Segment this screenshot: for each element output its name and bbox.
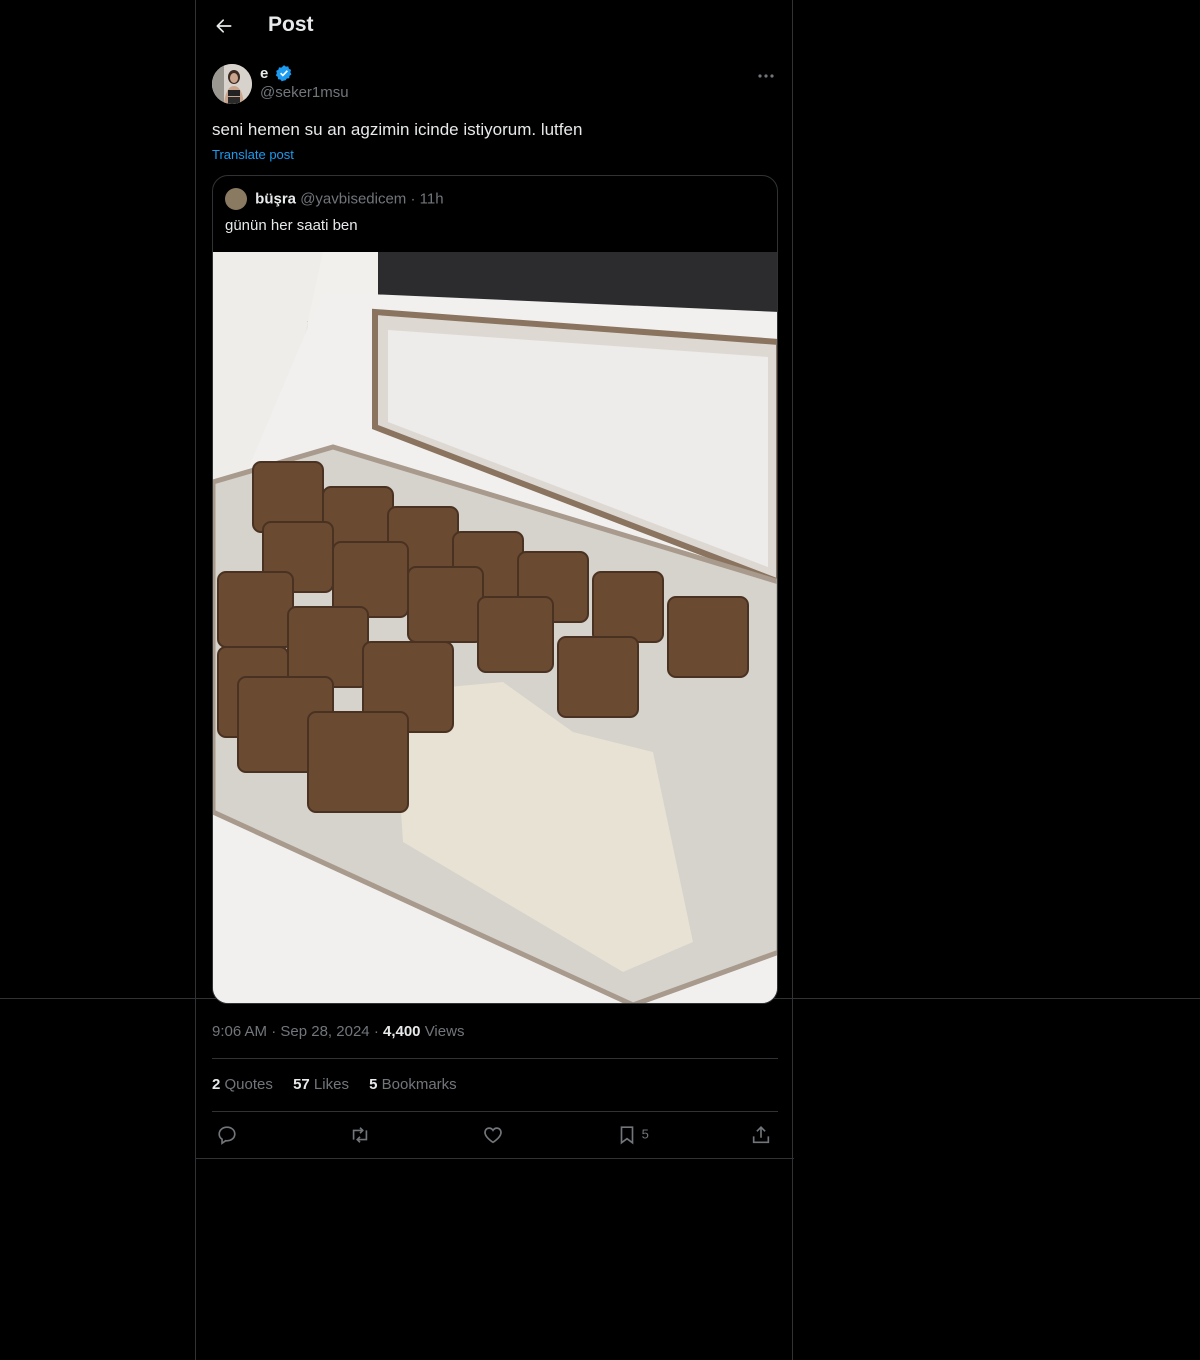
quotes-label: Quotes (224, 1076, 273, 1093)
share-icon (752, 1126, 770, 1144)
bookmark-count: 5 (641, 1126, 649, 1142)
divider (212, 1058, 778, 1059)
heart-icon (484, 1127, 502, 1144)
bookmarks-stat[interactable]: 5 Bookmarks (369, 1076, 457, 1093)
repost-icon (352, 1127, 368, 1143)
post-text: seni hemen su an agzimin icinde istiyoru… (212, 120, 583, 139)
translate-post-link[interactable]: Translate post (212, 147, 294, 162)
author-handle[interactable]: @seker1msu (260, 84, 349, 101)
more-options-icon[interactable] (756, 66, 776, 86)
quoted-post-image[interactable] (213, 252, 778, 1004)
action-bar: 5 (212, 1122, 778, 1150)
likes-label: Likes (313, 1076, 349, 1093)
quoted-author-avatar[interactable] (225, 188, 247, 210)
like-button[interactable] (482, 1124, 504, 1148)
quoted-author-name[interactable]: büşra (255, 191, 296, 208)
verified-badge-icon (275, 65, 292, 82)
quotes-stat[interactable]: 2 Quotes (212, 1076, 273, 1093)
quotes-count: 2 (212, 1076, 221, 1093)
post-stats: 2 Quotes 57 Likes 5 Bookmarks (212, 1076, 473, 1093)
page-title: Post (268, 13, 314, 36)
bookmarks-count: 5 (369, 1076, 378, 1093)
quoted-post-header: büşra @yavbisedicem · 11h (225, 188, 444, 210)
post-header: Post (196, 0, 794, 54)
quoted-post-text: günün her saati ben (225, 217, 358, 234)
author-avatar[interactable] (212, 64, 252, 104)
likes-stat[interactable]: 57 Likes (293, 1076, 349, 1093)
reply-button[interactable] (216, 1124, 238, 1148)
quoted-author-handle[interactable]: @yavbisedicem (300, 191, 406, 208)
author-info: e @seker1msu (260, 64, 349, 102)
quoted-post[interactable]: büşra @yavbisedicem · 11h günün her saat… (212, 175, 778, 1004)
back-arrow-icon[interactable] (214, 16, 234, 36)
post-time[interactable]: 9:06 AM (212, 1023, 267, 1040)
divider (196, 1158, 794, 1159)
bookmark-icon (620, 1126, 634, 1145)
likes-count: 57 (293, 1076, 310, 1093)
reply-icon (218, 1126, 236, 1145)
bookmarks-label: Bookmarks (381, 1076, 457, 1093)
quoted-separator: · (410, 190, 416, 208)
author-name[interactable]: e (260, 65, 268, 82)
repost-button[interactable] (349, 1124, 371, 1148)
meta-separator: · (373, 1023, 379, 1040)
post-metadata: 9:06 AM · Sep 28, 2024 · 4,400 Views (212, 1023, 464, 1040)
share-button[interactable] (750, 1124, 772, 1148)
main-column: Post e @seker1msu seni hemen su an agzim… (195, 0, 794, 1360)
quoted-timestamp[interactable]: 11h (420, 191, 444, 208)
views-count: 4,400 (382, 1023, 421, 1040)
divider (212, 1111, 778, 1112)
views-label: Views (424, 1023, 465, 1040)
post-date[interactable]: Sep 28, 2024 (280, 1023, 369, 1040)
meta-separator: · (271, 1023, 277, 1040)
bookmark-button[interactable]: 5 (616, 1124, 649, 1148)
